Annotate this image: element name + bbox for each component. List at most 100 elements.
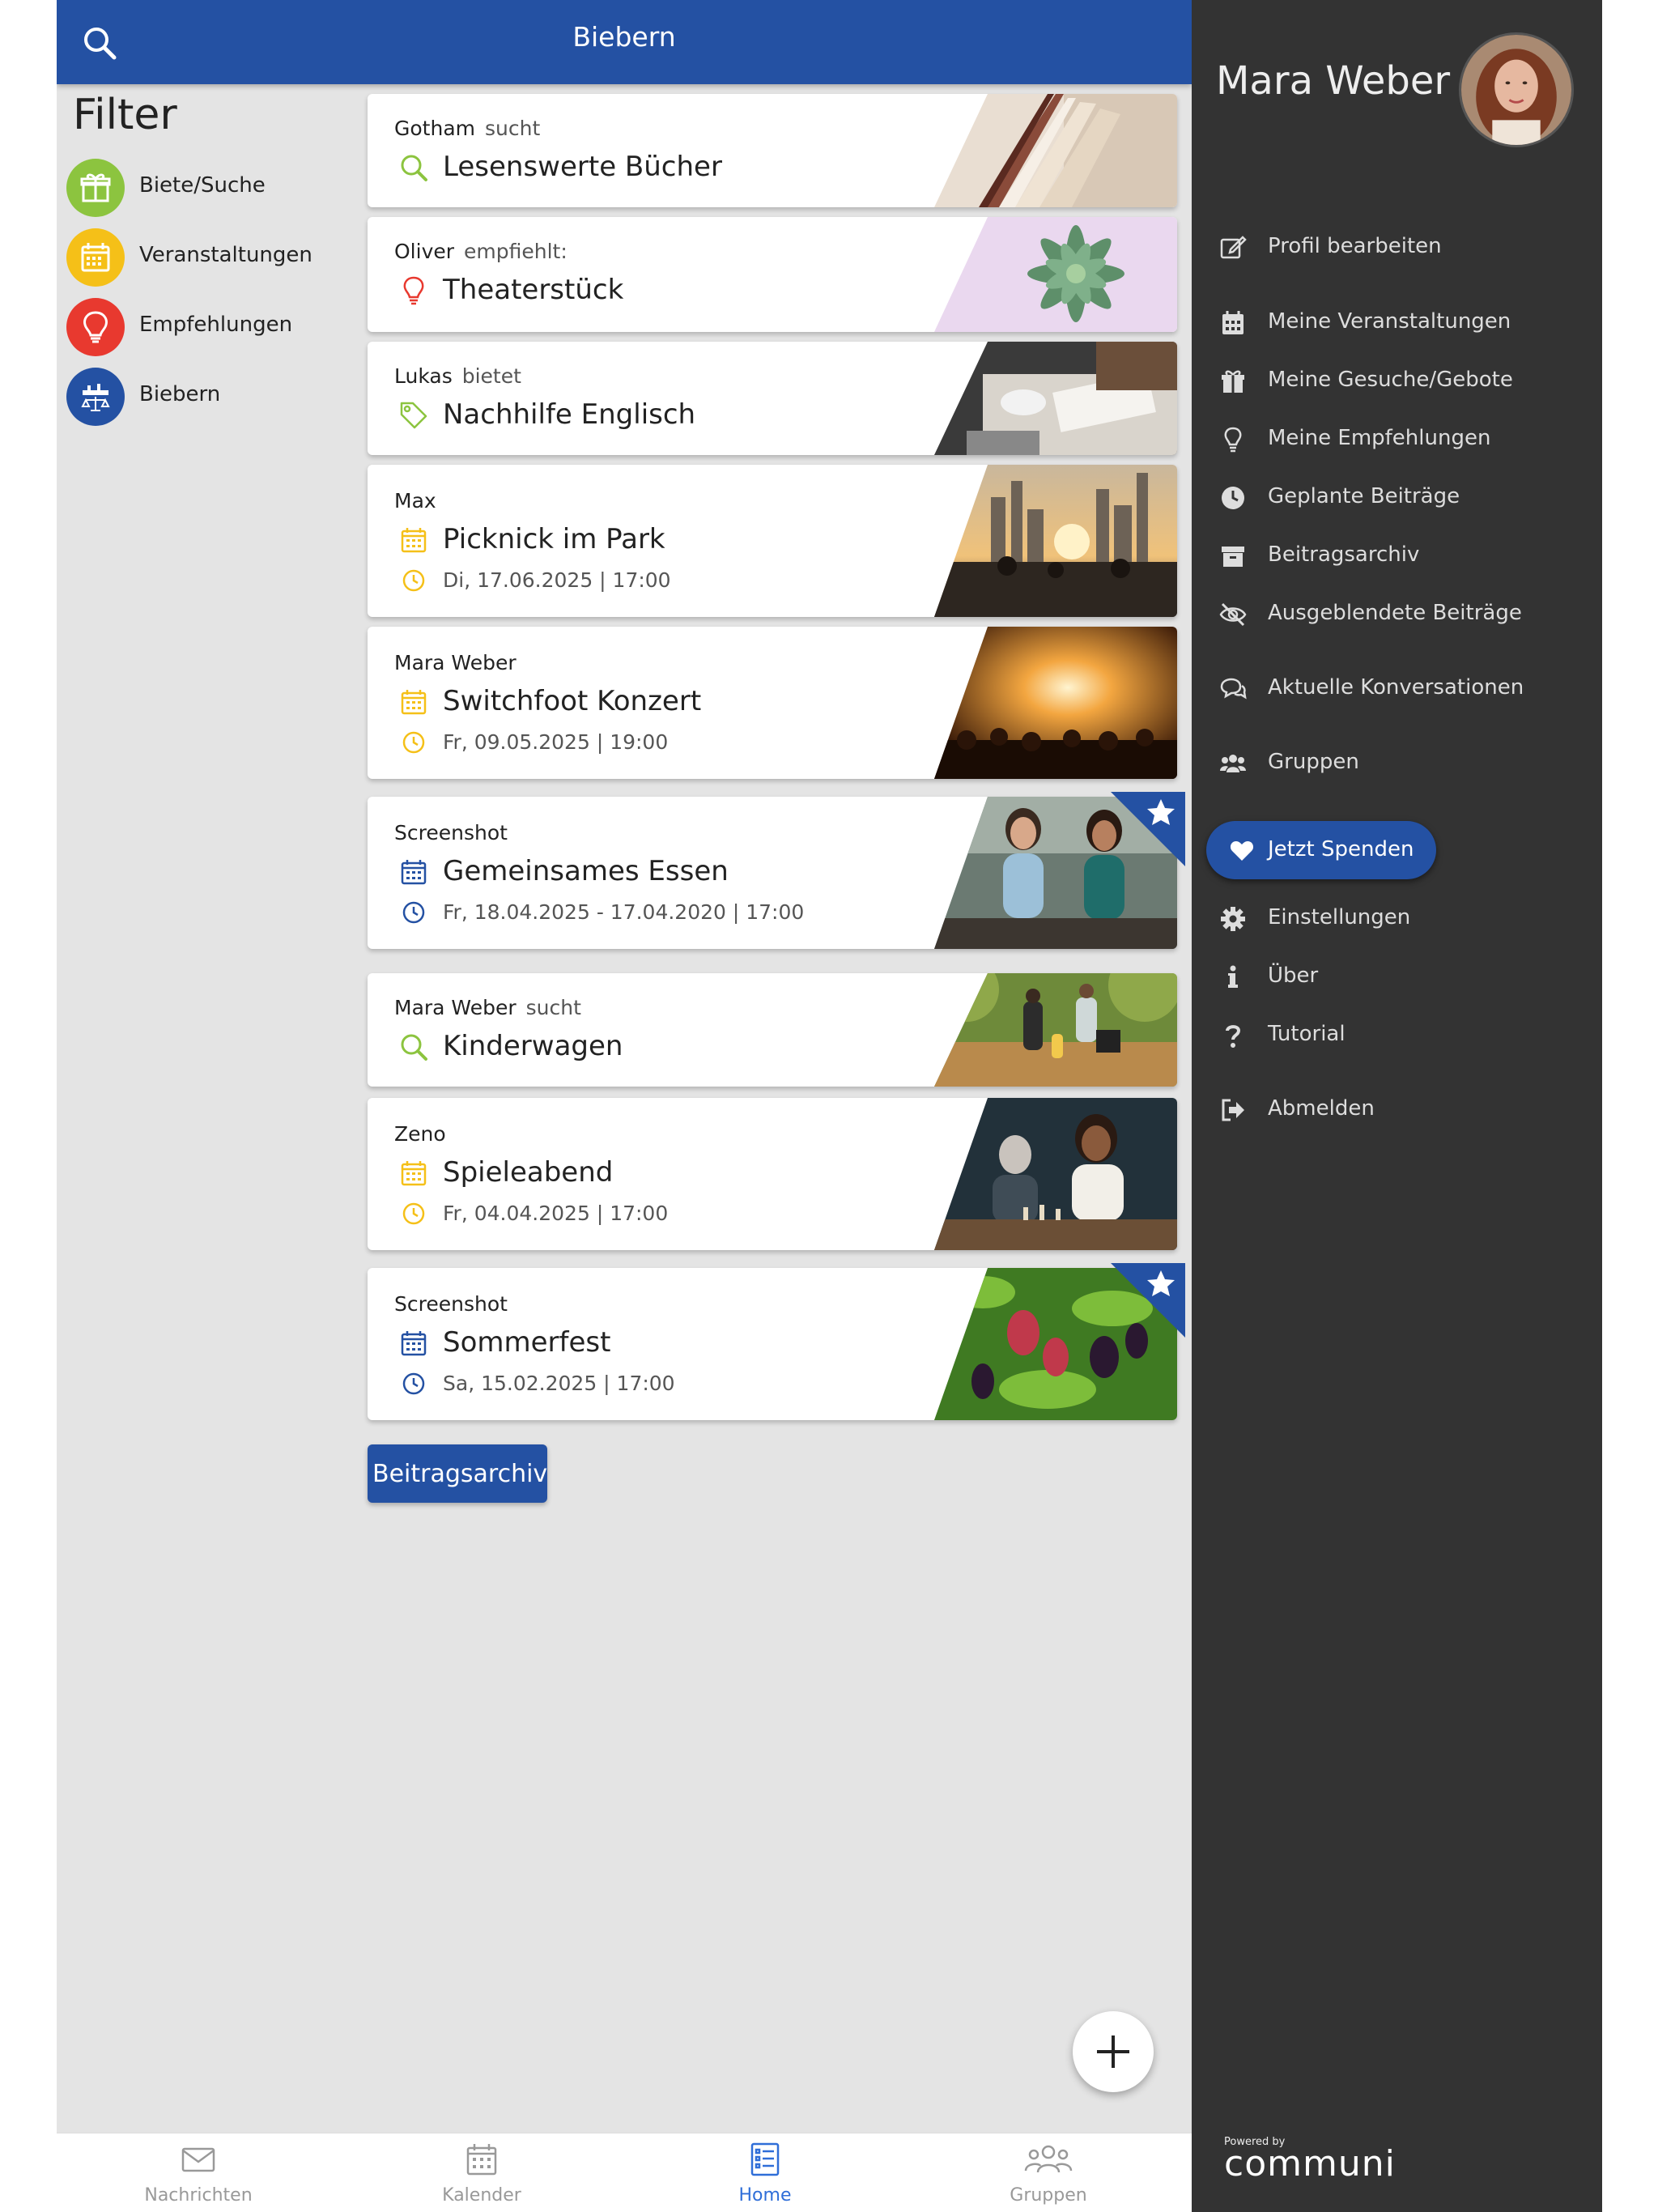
post-verb: sucht (525, 996, 581, 1019)
menu-profil-bearbeiten[interactable]: Profil bearbeiten (1219, 229, 1575, 266)
side-drawer: Mara Weber Profil bearbeiten Meine Veran… (1192, 0, 1602, 2212)
nav-gruppen[interactable]: Gruppen (907, 2133, 1190, 2212)
add-post-button[interactable] (1073, 2011, 1154, 2092)
donate-button[interactable]: Jetzt Spenden (1206, 821, 1436, 879)
menu-ueber[interactable]: Über (1219, 959, 1575, 996)
post-card-gemeinsames-essen[interactable]: Screenshot Gemeinsames Essen Fr, 18.04.2… (368, 797, 1177, 949)
filter-item-empfehlungen[interactable]: Empfehlungen (66, 298, 358, 356)
menu-meine-empfehlungen[interactable]: Meine Empfehlungen (1219, 421, 1575, 458)
calendar-icon (401, 690, 427, 715)
filter-item-biete-suche[interactable]: Biete/Suche (66, 159, 358, 217)
menu-ausgeblendete-beitraege[interactable]: Ausgeblendete Beiträge (1219, 596, 1575, 633)
post-card-switchfoot-konzert[interactable]: Mara Weber Switchfoot Konzert Fr, 09.05.… (368, 627, 1177, 779)
filter-item-veranstaltungen[interactable]: Veranstaltungen (66, 228, 358, 287)
community-icon (66, 368, 125, 426)
question-icon (1226, 1025, 1241, 1048)
search-icon (401, 155, 427, 181)
calendar-icon (401, 1161, 427, 1186)
post-image-park-walk (934, 973, 1177, 1087)
post-author: Lukas bietet (394, 364, 521, 388)
post-author: Mara Weber (394, 651, 517, 674)
plus-icon (1097, 2035, 1129, 2068)
menu-einstellungen[interactable]: Einstellungen (1219, 900, 1575, 938)
post-date: Fr, 09.05.2025 | 19:00 (443, 730, 669, 754)
post-verb: bietet (461, 364, 521, 388)
menu-label: Geplante Beiträge (1268, 484, 1460, 508)
menu-abmelden[interactable]: Abmelden (1219, 1091, 1575, 1129)
menu-meine-veranstaltungen[interactable]: Meine Veranstaltungen (1219, 304, 1575, 342)
author-name: Screenshot (394, 1292, 508, 1316)
post-image-books (934, 94, 1177, 207)
post-image-chess (934, 1098, 1177, 1250)
filter-item-biebern[interactable]: Biebern (66, 368, 358, 426)
nav-home[interactable]: Home (623, 2133, 907, 2212)
post-image-city-sunset (934, 465, 1177, 617)
calendar-icon (401, 1331, 427, 1356)
post-card-theaterstueck[interactable]: Oliver empfiehlt: Theaterstück (368, 217, 1177, 332)
post-author: Oliver empfiehlt: (394, 240, 568, 263)
post-date: Fr, 04.04.2025 | 17:00 (443, 1202, 669, 1225)
lightbulb-icon (66, 298, 125, 356)
post-card-sommerfest[interactable]: Screenshot Sommerfest Sa, 15.02.2025 | 1… (368, 1268, 1177, 1420)
menu-meine-gesuche-gebote[interactable]: Meine Gesuche/Gebote (1219, 363, 1575, 400)
nav-label: Kalender (442, 2185, 521, 2206)
post-card-kinderwagen[interactable]: Mara Weber sucht Kinderwagen (368, 973, 1177, 1087)
menu-tutorial[interactable]: Tutorial (1219, 1017, 1575, 1054)
post-date: Fr, 18.04.2025 - 17.04.2020 | 17:00 (443, 900, 805, 924)
menu-label: Über (1268, 963, 1319, 988)
clock-icon (402, 731, 425, 754)
main-app: Biebern Filter Biete/Suche Veranstaltung… (57, 0, 1192, 2212)
menu-label: Einstellungen (1268, 905, 1411, 929)
filter-label: Veranstaltungen (139, 243, 312, 267)
calendar-icon (401, 860, 427, 885)
post-author: Gotham sucht (394, 117, 540, 140)
users-icon (1220, 755, 1246, 772)
menu-label: Aktuelle Konversationen (1268, 675, 1524, 700)
star-icon (1147, 1270, 1175, 1296)
menu-aktuelle-konversationen[interactable]: Aktuelle Konversationen (1219, 670, 1575, 708)
tag-icon (400, 402, 427, 429)
eye-slash-icon (1219, 602, 1247, 627)
avatar[interactable] (1459, 32, 1574, 147)
author-name: Gotham (394, 117, 475, 140)
author-name: Screenshot (394, 821, 508, 844)
post-card-picknick[interactable]: Max Picknick im Park Di, 17.06.2025 | 17… (368, 465, 1177, 617)
menu-beitragsarchiv[interactable]: Beitragsarchiv (1219, 538, 1575, 575)
menu-geplante-beitraege[interactable]: Geplante Beiträge (1219, 479, 1575, 517)
menu-label: Meine Gesuche/Gebote (1268, 368, 1513, 392)
user-name: Mara Weber (1216, 58, 1451, 104)
author-name: Zeno (394, 1122, 446, 1146)
author-name: Max (394, 489, 436, 513)
group-icon (1024, 2145, 1073, 2173)
post-image-concert (934, 627, 1177, 779)
menu-gruppen[interactable]: Gruppen (1219, 745, 1575, 782)
donate-label: Jetzt Spenden (1268, 837, 1414, 861)
clock-icon (402, 1372, 425, 1395)
nav-label: Gruppen (1010, 2185, 1087, 2206)
menu-label: Ausgeblendete Beiträge (1268, 601, 1522, 625)
top-bar: Biebern (57, 0, 1192, 84)
post-verb: empfiehlt: (464, 240, 568, 263)
nav-nachrichten[interactable]: Nachrichten (57, 2133, 340, 2212)
filter-label: Empfehlungen (139, 313, 293, 337)
filter-title: Filter (73, 91, 177, 139)
brand-logo: communi (1224, 2143, 1396, 2184)
post-title: Theaterstück (443, 274, 624, 306)
gift-icon (66, 159, 125, 217)
post-title: Spieleabend (443, 1156, 614, 1189)
powered-by-logo: Powered by communi (1224, 2136, 1396, 2184)
post-title: Lesenswerte Bücher (443, 151, 722, 183)
lightbulb-icon (403, 276, 424, 305)
post-card-lesenswerte-buecher[interactable]: Gotham sucht Lesenswerte Bücher (368, 94, 1177, 207)
nav-kalender[interactable]: Kalender (340, 2133, 623, 2212)
post-author: Mara Weber sucht (394, 996, 581, 1019)
archive-icon (1222, 547, 1244, 567)
list-icon (750, 2142, 780, 2176)
post-title: Switchfoot Konzert (443, 685, 702, 717)
archive-button[interactable]: Beitragsarchiv (368, 1444, 547, 1503)
bottom-navigation: Nachrichten Kalender Home Gruppen (57, 2133, 1192, 2212)
post-card-nachhilfe-englisch[interactable]: Lukas bietet Nachhilfe Englisch (368, 342, 1177, 455)
post-card-spieleabend[interactable]: Zeno Spieleabend Fr, 04.04.2025 | 17:00 (368, 1098, 1177, 1250)
post-title: Kinderwagen (443, 1030, 623, 1062)
menu-label: Meine Veranstaltungen (1268, 309, 1511, 334)
